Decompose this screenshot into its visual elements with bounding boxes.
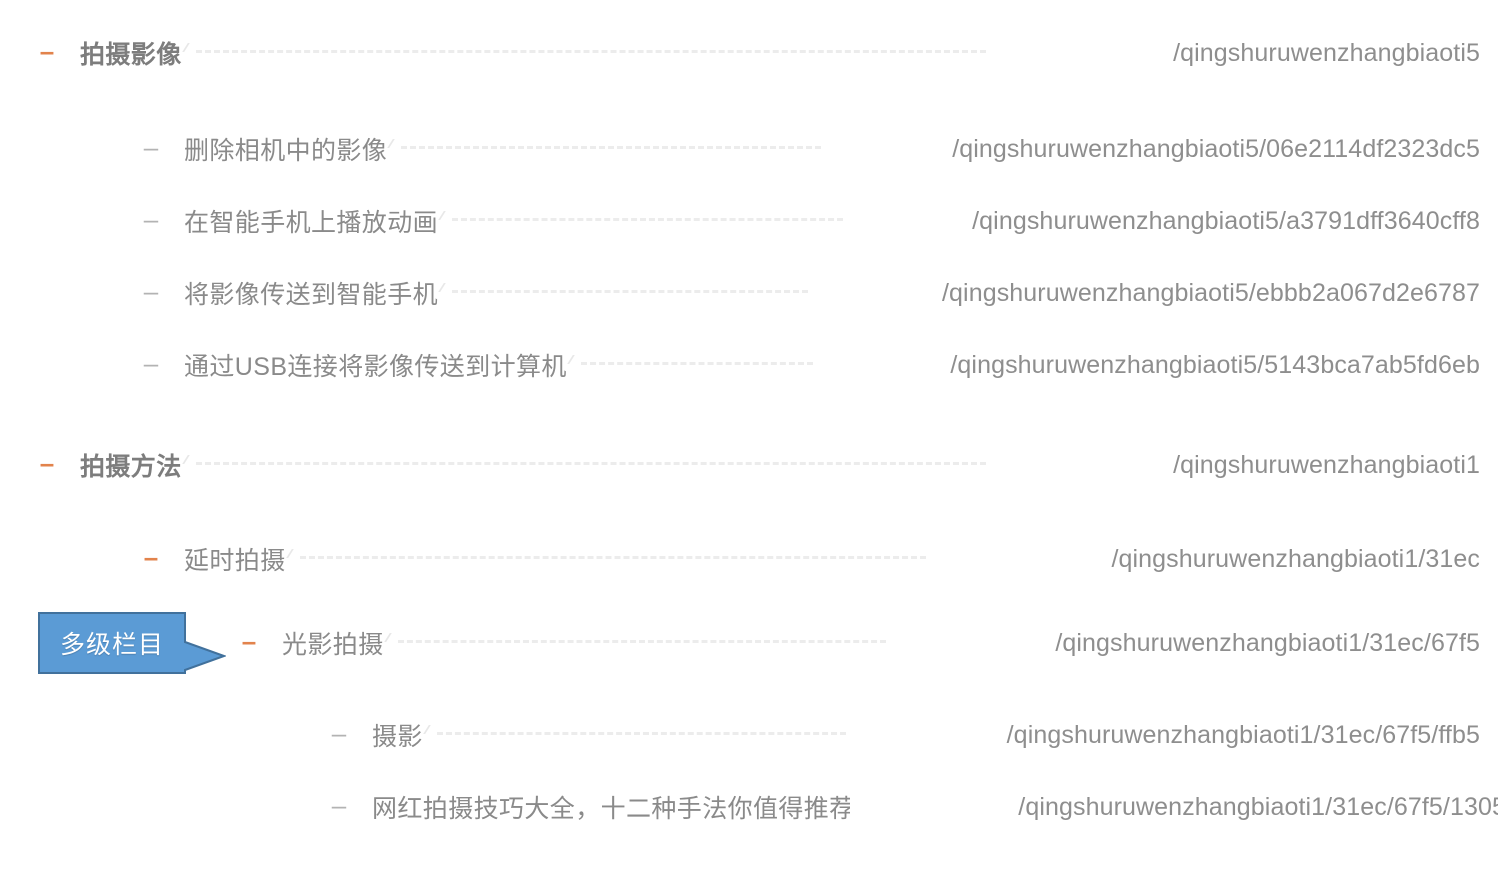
content-tree: – 拍摄影像/qingshuruwenzhangbiaoti5– 删除相机中的影像 /… xyxy=(0,0,1498,872)
row-title-clipped: 网红拍摄技巧大全，十二种手法你值得推荐 xyxy=(372,795,850,823)
row-path[interactable]: /qingshuruwenzhangbiaoti5 xyxy=(986,39,1498,68)
collapse-dash-icon[interactable]: – xyxy=(36,38,58,64)
collapse-dash-icon[interactable]: – xyxy=(328,792,350,818)
row-path[interactable]: /qingshuruwenzhangbiaoti5/5143bca7ab5fd6… xyxy=(813,351,1498,380)
collapse-dash-icon[interactable]: – xyxy=(140,350,162,376)
row-path[interactable]: /qingshuruwenzhangbiaoti1 xyxy=(986,451,1498,480)
row-path[interactable]: /qingshuruwenzhangbiaoti1/31ec xyxy=(926,545,1498,574)
dotted-leader xyxy=(182,43,986,63)
row-title[interactable]: 摄影 xyxy=(372,717,423,753)
dotted-leader xyxy=(438,283,808,303)
collapse-dash-icon[interactable]: – xyxy=(238,628,260,654)
collapse-dash-icon[interactable]: – xyxy=(140,544,162,570)
collapse-dash-icon[interactable]: – xyxy=(140,134,162,160)
callout-label: 多级栏目 xyxy=(59,630,164,659)
row-path[interactable]: /qingshuruwenzhangbiaoti5/06e2114df2323d… xyxy=(821,135,1498,164)
tree-row[interactable]: – 通过USB连接将影像传送到计算机/qingshuruwenzhangbiaot… xyxy=(0,342,1498,388)
dotted-leader xyxy=(567,355,813,375)
collapse-dash-icon[interactable]: – xyxy=(140,206,162,232)
row-path[interactable]: /qingshuruwenzhangbiaoti1/31ec/67f5 xyxy=(886,629,1498,658)
dotted-leader xyxy=(850,797,858,817)
dotted-leader xyxy=(384,633,886,653)
row-title[interactable]: 删除相机中的影像 xyxy=(184,131,387,167)
collapse-dash-icon[interactable]: – xyxy=(36,450,58,476)
row-path[interactable]: /qingshuruwenzhangbiaoti1/31ec/67f5/ffb5 xyxy=(846,721,1498,750)
row-title[interactable]: 光影拍摄 xyxy=(282,625,384,661)
tree-row[interactable]: – 在智能手机上播放动画/qingshuruwenzhangbiaoti5/a37… xyxy=(0,198,1498,244)
row-path[interactable]: /qingshuruwenzhangbiaoti1/31ec/67f5/1305 xyxy=(858,793,1498,822)
tree-row[interactable]: – 拍摄方法/qingshuruwenzhangbiaoti1 xyxy=(0,442,1498,488)
collapse-dash-icon[interactable]: – xyxy=(140,278,162,304)
row-title[interactable]: 延时拍摄 xyxy=(184,541,286,577)
tree-row[interactable]: – 删除相机中的影像/qingshuruwenzhangbiaoti5/06e21… xyxy=(0,126,1498,172)
row-path[interactable]: /qingshuruwenzhangbiaoti5/ebbb2a067d2e67… xyxy=(808,279,1498,308)
tree-row[interactable]: – 将影像传送到智能手机/qingshuruwenzhangbiaoti5/ebb… xyxy=(0,270,1498,316)
dotted-leader xyxy=(182,455,986,475)
dotted-leader xyxy=(286,549,926,569)
row-title[interactable]: 拍摄方法 xyxy=(80,447,182,483)
tree-row[interactable]: – 延时拍摄/qingshuruwenzhangbiaoti1/31ec xyxy=(0,536,1498,582)
row-title[interactable]: 通过USB连接将影像传送到计算机 xyxy=(184,347,567,383)
tree-row[interactable]: – 摄影/qingshuruwenzhangbiaoti1/31ec/67f5/f… xyxy=(0,712,1498,758)
row-title[interactable]: 在智能手机上播放动画 xyxy=(184,203,438,239)
row-title[interactable]: 拍摄影像 xyxy=(80,35,182,71)
dotted-leader xyxy=(387,139,821,159)
tree-row[interactable]: – 拍摄影像/qingshuruwenzhangbiaoti5 xyxy=(0,30,1498,76)
row-title[interactable]: 将影像传送到智能手机 xyxy=(184,275,438,311)
annotation-callout-multi-level: 多级栏目 xyxy=(38,612,226,674)
row-path[interactable]: /qingshuruwenzhangbiaoti5/a3791dff3640cf… xyxy=(843,207,1498,236)
tree-row[interactable]: – 网红拍摄技巧大全，十二种手法你值得推荐/qingshuruwenzhangbi… xyxy=(0,784,1498,830)
dotted-leader xyxy=(438,211,843,231)
collapse-dash-icon[interactable]: – xyxy=(328,720,350,746)
dotted-leader xyxy=(423,725,846,745)
row-title[interactable]: 网红拍摄技巧大全，十二种手法你值得推荐 xyxy=(372,789,850,825)
